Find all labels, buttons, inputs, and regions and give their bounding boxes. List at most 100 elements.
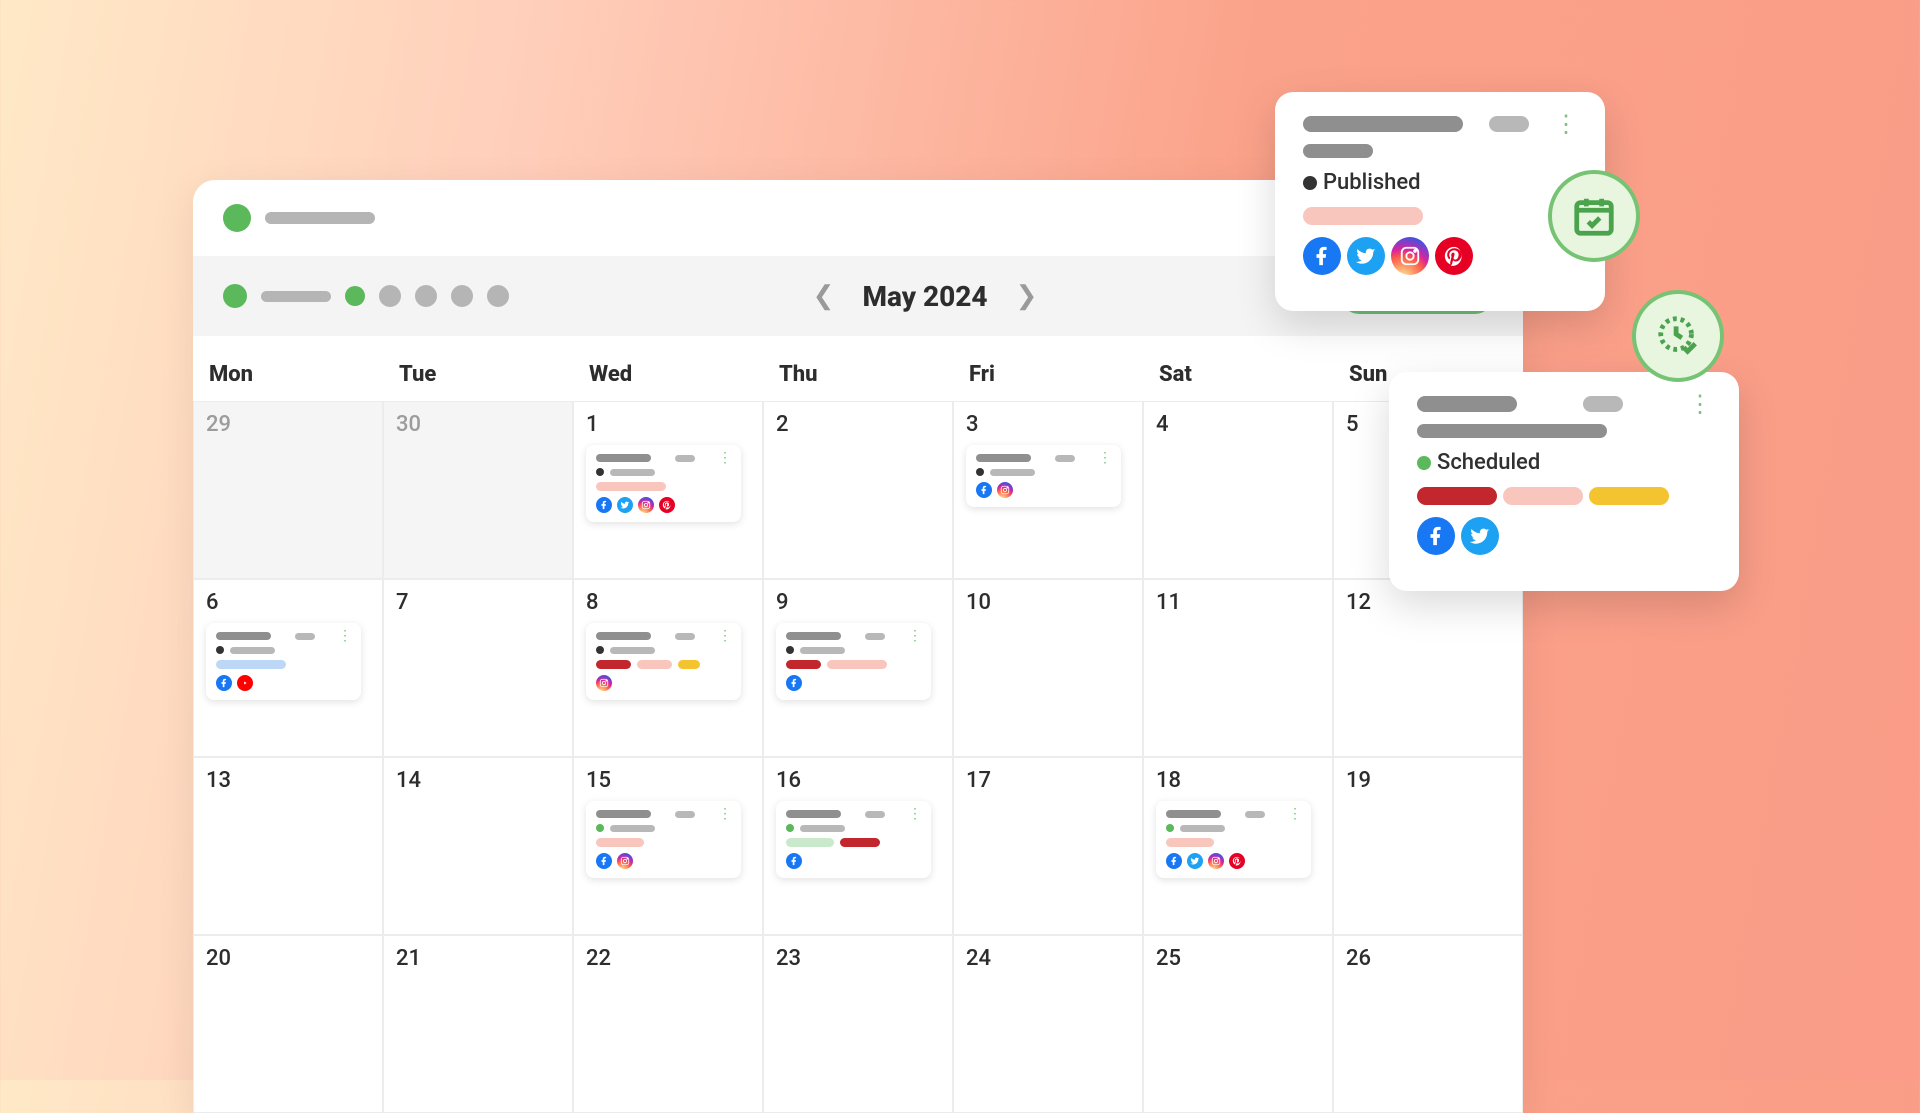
calendar-cell[interactable]: 23 (763, 935, 953, 1113)
tag-pill (840, 838, 880, 847)
calendar-cell[interactable]: 11 (1143, 579, 1333, 757)
more-menu-icon[interactable]: ⋮ (1288, 811, 1301, 817)
post-card[interactable]: ⋮ (586, 445, 741, 522)
filter-dot[interactable] (487, 285, 509, 307)
ig-icon (997, 482, 1013, 498)
more-menu-icon[interactable]: ⋮ (718, 633, 731, 639)
calendar-cell[interactable]: 1⋮ (573, 401, 763, 579)
tag-pill (596, 838, 644, 847)
status-dot-icon (216, 646, 224, 654)
calendar-cell[interactable]: 7 (383, 579, 573, 757)
next-month-button[interactable]: ❯ (1016, 281, 1038, 311)
calendar-cell[interactable]: 10 (953, 579, 1143, 757)
tag-pill (786, 838, 834, 847)
day-number: 7 (396, 590, 560, 615)
day-number: 23 (776, 946, 940, 971)
post-time-placeholder (295, 633, 315, 640)
calendar-cell[interactable]: 30 (383, 401, 573, 579)
more-menu-icon[interactable]: ⋮ (718, 811, 731, 817)
more-menu-icon[interactable]: ⋮ (908, 633, 921, 639)
calendar-cell[interactable]: 8⋮ (573, 579, 763, 757)
calendar-cell[interactable]: 12 (1333, 579, 1523, 757)
calendar-cell[interactable]: 25 (1143, 935, 1333, 1113)
calendar-cell[interactable]: 6⋮ (193, 579, 383, 757)
status-dot-icon (976, 468, 984, 476)
calendar-cell[interactable]: 13 (193, 757, 383, 935)
tag-row (786, 660, 921, 669)
more-menu-icon[interactable]: ⋮ (1098, 455, 1111, 461)
more-menu-icon[interactable]: ⋮ (718, 455, 731, 461)
network-icons (596, 675, 731, 691)
network-icons (976, 482, 1111, 498)
calendar-cell[interactable]: 24 (953, 935, 1143, 1113)
fb-icon (1417, 517, 1455, 555)
more-menu-icon[interactable]: ⋮ (1688, 401, 1711, 407)
tag-pill (1166, 838, 1214, 847)
status-text-placeholder (800, 647, 845, 654)
calendar-cell[interactable]: 22 (573, 935, 763, 1113)
post-card[interactable]: ⋮ (1156, 801, 1311, 878)
post-card[interactable]: ⋮ (776, 623, 931, 700)
calendar-cell[interactable]: 21 (383, 935, 573, 1113)
post-time-placeholder (675, 455, 695, 462)
calendar-cell[interactable]: 4 (1143, 401, 1333, 579)
pt-icon (1229, 853, 1245, 869)
more-menu-icon[interactable]: ⋮ (1554, 121, 1577, 127)
filter-dot[interactable] (415, 285, 437, 307)
fb-icon (596, 853, 612, 869)
calendar-cell[interactable]: 3⋮ (953, 401, 1143, 579)
post-card[interactable]: ⋮ (586, 801, 741, 878)
calendar-cell[interactable]: 15 ⋮ (573, 757, 763, 935)
tag-pill (1589, 487, 1669, 505)
more-menu-icon[interactable]: ⋮ (338, 633, 351, 639)
day-header: Sat (1143, 362, 1333, 387)
post-time-placeholder (1583, 396, 1623, 412)
yt-icon (237, 675, 253, 691)
brand-dot (223, 204, 251, 232)
tag-pill (596, 482, 666, 491)
post-card[interactable]: ⋮ (966, 445, 1121, 507)
network-icons (216, 675, 351, 691)
filter-dot[interactable] (345, 286, 365, 306)
calendar-cell[interactable]: 14 (383, 757, 573, 935)
post-preview-card-scheduled[interactable]: ⋮ Scheduled (1389, 372, 1739, 591)
status-text-placeholder (800, 825, 845, 832)
calendar-cell[interactable]: 17 (953, 757, 1143, 935)
filter-dot[interactable] (451, 285, 473, 307)
calendar-cell[interactable]: 9⋮ (763, 579, 953, 757)
more-menu-icon[interactable]: ⋮ (908, 811, 921, 817)
post-card[interactable]: ⋮ (206, 623, 361, 700)
prev-month-button[interactable]: ❮ (813, 281, 835, 311)
month-nav: ❮ May 2024 ❯ (813, 280, 1038, 313)
post-time-placeholder (1055, 455, 1075, 462)
ig-icon (638, 497, 654, 513)
network-icons (786, 675, 921, 691)
calendar-cell[interactable]: 19 (1333, 757, 1523, 935)
filter-dot-active[interactable] (223, 284, 247, 308)
day-number: 17 (966, 768, 1130, 793)
filter-dot[interactable] (379, 285, 401, 307)
calendar-cell[interactable]: 29 (193, 401, 383, 579)
calendar-cell[interactable]: 26 (1333, 935, 1523, 1113)
calendar-cell[interactable]: 16⋮ (763, 757, 953, 935)
ig-icon (1208, 853, 1224, 869)
day-number: 10 (966, 590, 1130, 615)
calendar-cell[interactable]: 2 (763, 401, 953, 579)
status-label: Published (1323, 170, 1421, 195)
fb-icon (216, 675, 232, 691)
calendar-cell[interactable]: 20 (193, 935, 383, 1113)
calendar-cell[interactable]: 18⋮ (1143, 757, 1333, 935)
ig-icon (617, 853, 633, 869)
day-headers: MonTueWedThuFriSatSun (193, 336, 1523, 401)
fb-icon (1303, 237, 1341, 275)
day-number: 12 (1346, 590, 1510, 615)
post-card[interactable]: ⋮ (776, 801, 931, 878)
day-number: 15 (586, 768, 750, 793)
post-title-placeholder (216, 632, 271, 640)
post-title-placeholder (786, 632, 841, 640)
tag-pill (1503, 487, 1583, 505)
status-text-placeholder (1180, 825, 1225, 832)
network-icons (1166, 853, 1301, 869)
post-card[interactable]: ⋮ (586, 623, 741, 700)
status-text-placeholder (610, 825, 655, 832)
